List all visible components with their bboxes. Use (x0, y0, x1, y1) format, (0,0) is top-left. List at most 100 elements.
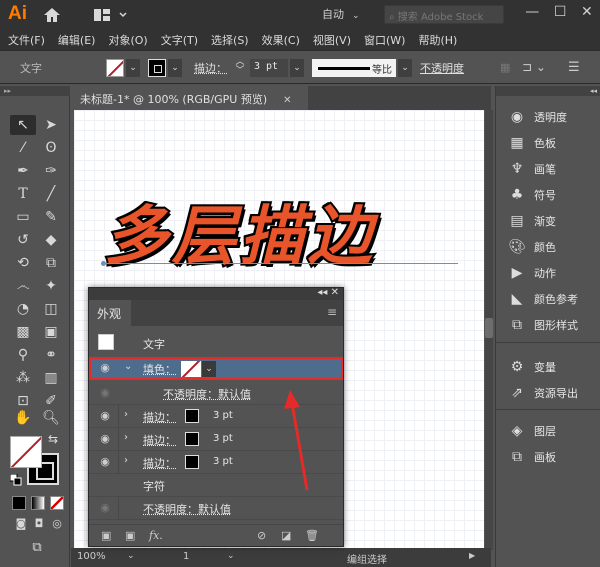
panel-transparency[interactable]: ◉ 透明度 (506, 106, 598, 128)
panel-layers[interactable]: ◈ 图层 (506, 420, 598, 442)
menu-file[interactable]: 文件(F) (8, 32, 45, 48)
minimize-button[interactable]: — (525, 4, 539, 24)
close-tab-icon[interactable]: ✕ (283, 95, 291, 106)
stroke-weight[interactable]: 3 pt (213, 433, 233, 444)
tab-appearance[interactable]: 外观 (89, 300, 131, 326)
expand-chevron-icon[interactable]: › (124, 455, 128, 466)
variable-width-profile[interactable]: 等比 (312, 59, 396, 77)
stroke-label[interactable]: 描边： (143, 432, 176, 448)
hand-tool-icon[interactable]: ✋ (10, 408, 36, 428)
artboard-number-field[interactable]: 1 (183, 551, 189, 562)
control-menu-icon[interactable]: ☰ (568, 60, 580, 75)
shape-builder-tool-icon[interactable]: ◔ (10, 299, 36, 319)
rectangle-tool-icon[interactable]: ▭ (10, 207, 36, 227)
delete-item-icon[interactable]: 🗑︎ (305, 529, 319, 542)
swap-fill-stroke-icon[interactable]: ⇆ (48, 432, 58, 446)
none-mode-icon[interactable] (50, 496, 64, 510)
stroke-weight-chevron-icon[interactable]: ⌄ (290, 59, 304, 77)
add-new-stroke-icon[interactable]: ▣ (101, 529, 111, 542)
paintbrush-tool-icon[interactable]: ✎ (38, 207, 64, 227)
draw-inside-icon[interactable]: ◎ (44, 514, 70, 534)
eraser-tool-icon[interactable]: ◆ (38, 230, 64, 250)
stroke-label[interactable]: 描边： (143, 409, 176, 425)
visibility-eye-icon[interactable]: ◉ (98, 361, 112, 375)
panel-symbols[interactable]: ♣ 符号 (506, 184, 598, 206)
dock-collapse-icon[interactable]: ◂◂ (496, 86, 600, 96)
stroke-weight[interactable]: 3 pt (213, 410, 233, 421)
scrollbar-thumb[interactable] (485, 318, 493, 338)
collapse-close-icon[interactable]: ◂◂ ✕ (317, 287, 339, 298)
visibility-eye-icon[interactable]: ◉ (98, 432, 112, 446)
status-menu-arrow-icon[interactable]: ▶ (469, 551, 475, 560)
expand-chevron-icon[interactable]: › (124, 432, 128, 443)
add-new-effect-icon[interactable]: fx. (149, 529, 163, 542)
arrange-documents-icon[interactable] (94, 8, 130, 22)
fill-swatch[interactable] (181, 361, 201, 377)
panel-graphic-styles[interactable]: ⧉ 图形样式 (506, 314, 598, 336)
stroke-swatch[interactable] (185, 455, 199, 469)
fill-swatch[interactable] (106, 59, 124, 77)
stroke-weight-input[interactable]: 3 pt (250, 59, 288, 77)
opacity-row[interactable]: ◉ 不透明度：默认值 (89, 497, 343, 520)
opacity-label[interactable]: 不透明度：默认值 (143, 501, 231, 517)
workspace-switcher[interactable]: 自动 ⌄ (322, 6, 360, 22)
transform-icon[interactable]: ⊐ ⌄ (522, 60, 546, 74)
visibility-eye-icon[interactable]: ◉ (98, 386, 112, 400)
stroke-swatch[interactable] (185, 432, 199, 446)
lasso-tool-icon[interactable]: ʘ (38, 138, 64, 158)
visibility-eye-icon[interactable]: ◉ (98, 455, 112, 469)
line-tool-icon[interactable]: ╱ (38, 184, 64, 204)
pen-tool-icon[interactable]: ✒ (10, 161, 36, 181)
menu-type[interactable]: 文字(T) (161, 32, 198, 48)
zoom-level-field[interactable]: 100% (77, 551, 106, 562)
menu-effect[interactable]: 效果(C) (262, 32, 300, 48)
vertical-scrollbar[interactable] (485, 110, 493, 550)
menu-select[interactable]: 选择(S) (211, 32, 249, 48)
profile-chevron-icon[interactable]: ⌄ (398, 59, 412, 77)
close-button[interactable]: ✕ (581, 4, 593, 24)
eyedropper-tool-icon[interactable]: ⚲ (10, 345, 36, 365)
visibility-eye-icon[interactable]: ◉ (98, 409, 112, 423)
gradient-tool-icon[interactable]: ▣ (38, 322, 64, 342)
artboard-chevron-icon[interactable]: ⌄ (227, 551, 235, 561)
visibility-eye-icon[interactable]: ◉ (98, 501, 112, 515)
duplicate-item-icon[interactable]: ◪ (281, 529, 291, 542)
opacity-link[interactable]: 不透明度 (420, 60, 464, 76)
panel-color[interactable]: 🎨︎ 颜色 (506, 236, 598, 258)
color-mode-icon[interactable] (12, 496, 26, 510)
direct-selection-tool-icon[interactable]: ➤ (38, 115, 64, 135)
fill-color-box[interactable] (10, 436, 42, 468)
panel-asset-export[interactable]: ⇗ 资源导出 (506, 382, 598, 404)
fill-swatch-chevron-icon[interactable]: ⌄ (202, 361, 216, 377)
menu-view[interactable]: 视图(V) (313, 32, 351, 48)
stock-search-input[interactable]: ⌕ 搜索 Adobe Stock (384, 5, 504, 24)
panel-collapse-icon[interactable]: ▸▸ (0, 86, 70, 96)
fill-dropdown-chevron-icon[interactable]: ⌄ (126, 59, 140, 77)
fill-label[interactable]: 填色： (143, 361, 176, 377)
panel-artboards[interactable]: ⧉ 画板 (506, 446, 598, 468)
panel-gradient[interactable]: ▤ 渐变 (506, 210, 598, 232)
scale-tool-icon[interactable]: ⧉ (38, 253, 64, 273)
menu-edit[interactable]: 编辑(E) (58, 32, 96, 48)
home-icon[interactable] (42, 7, 62, 23)
mesh-tool-icon[interactable]: ▩ (10, 322, 36, 342)
panel-swatches[interactable]: ▦ 色板 (506, 132, 598, 154)
panel-actions[interactable]: ▶ 动作 (506, 262, 598, 284)
rotate-tool-icon[interactable]: ⟲ (10, 253, 36, 273)
stroke-stepper-icon[interactable]: ︿ ﹀ (232, 58, 248, 78)
panel-variables[interactable]: ⚙ 变量 (506, 356, 598, 378)
panel-brushes[interactable]: ♆ 画笔 (506, 158, 598, 180)
default-fill-stroke-icon[interactable] (9, 473, 22, 486)
magic-wand-tool-icon[interactable]: ⁄ (10, 138, 36, 158)
stroke-label[interactable]: 描边： (194, 60, 227, 76)
align-icon[interactable]: ▦ (500, 61, 510, 74)
zoom-chevron-icon[interactable]: ⌄ (127, 551, 135, 561)
zoom-tool-icon[interactable]: 🔍︎ (38, 408, 64, 428)
warp-tool-icon[interactable]: ෴ (10, 276, 36, 296)
shaper-tool-icon[interactable]: ↺ (10, 230, 36, 250)
clear-appearance-icon[interactable]: ⊘ (257, 529, 266, 542)
menu-object[interactable]: 对象(O) (108, 32, 147, 48)
expand-chevron-icon[interactable]: › (124, 409, 128, 420)
selection-tool-icon[interactable]: ↖ (10, 115, 36, 135)
curvature-tool-icon[interactable]: ✑ (38, 161, 64, 181)
